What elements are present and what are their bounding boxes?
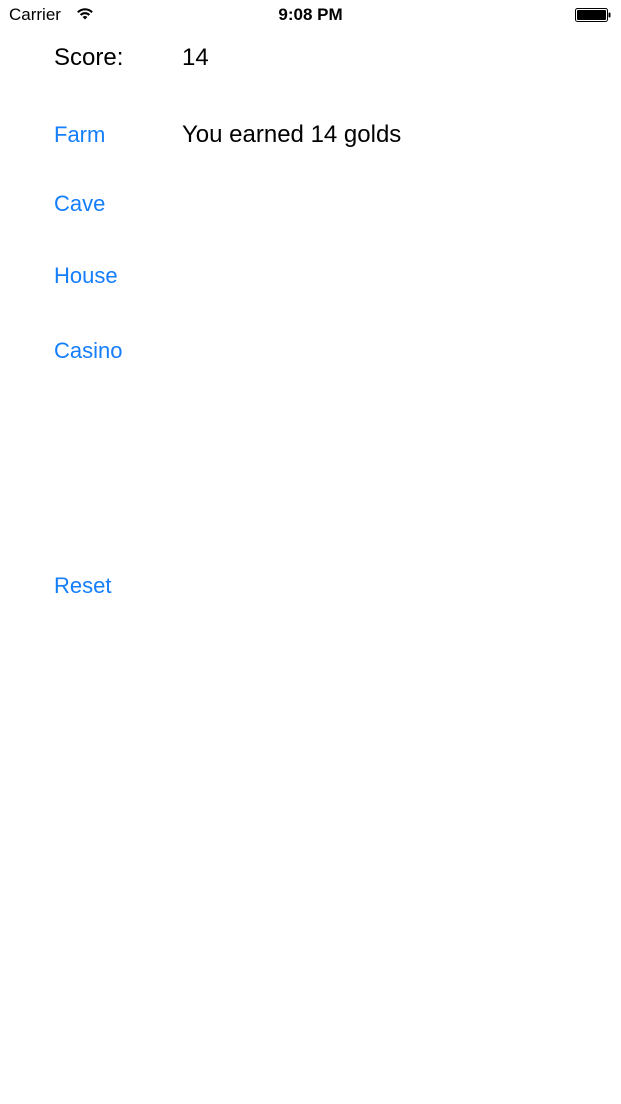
house-button[interactable]: House [54,262,118,290]
casino-button[interactable]: Casino [54,337,122,365]
earned-message: You earned 14 golds [182,121,402,148]
score-label: Score: [54,44,124,71]
score-value: 14 [182,44,209,71]
reset-button[interactable]: Reset [54,572,111,600]
farm-button[interactable]: Farm [54,121,105,149]
battery-icon [575,8,611,22]
clock-label: 9:08 PM [278,5,343,24]
status-bar: Carrier 9:08 PM [0,0,621,32]
cave-button[interactable]: Cave [54,190,105,218]
